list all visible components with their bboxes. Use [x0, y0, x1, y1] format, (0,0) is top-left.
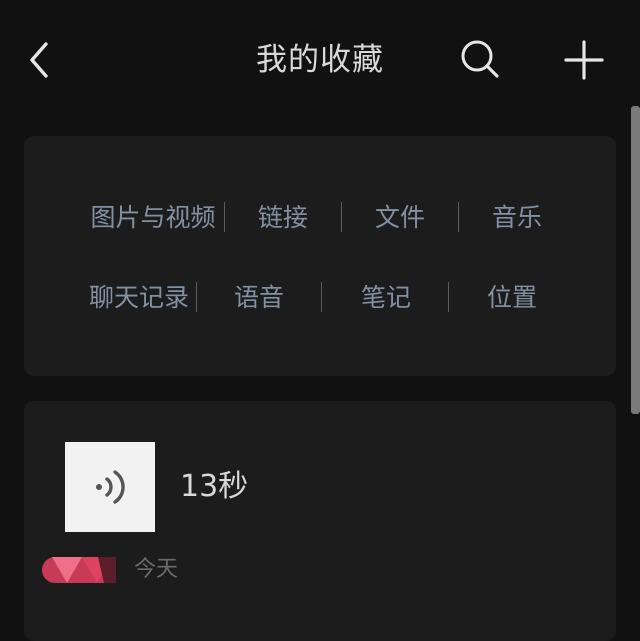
nav-header: 我的收藏	[0, 0, 640, 120]
voice-thumbnail	[65, 442, 155, 532]
category-row-1: 图片与视频 链接 文件 音乐	[24, 198, 616, 238]
category-chat-history[interactable]: 聊天记录	[82, 278, 196, 318]
plus-icon	[564, 40, 604, 80]
category-images-videos[interactable]: 图片与视频	[82, 198, 224, 238]
tag-badge	[42, 557, 116, 583]
favorite-item-voice[interactable]: 13秒 今天	[24, 401, 616, 641]
category-divider	[224, 202, 225, 232]
search-icon	[461, 40, 499, 78]
category-location[interactable]: 位置	[482, 278, 542, 318]
category-divider	[448, 282, 449, 312]
category-divider	[321, 282, 322, 312]
voice-wave-icon	[96, 470, 125, 504]
category-divider	[458, 202, 459, 232]
item-date: 今天	[134, 557, 179, 582]
page-title: 我的收藏	[256, 42, 384, 78]
category-links[interactable]: 链接	[253, 198, 313, 238]
category-voice[interactable]: 语音	[229, 278, 289, 318]
category-divider	[196, 282, 197, 312]
voice-duration: 13秒	[180, 469, 249, 504]
category-panel: 图片与视频 链接 文件 音乐 聊天记录 语音 笔记 位置	[24, 136, 616, 376]
search-button[interactable]	[458, 37, 502, 81]
category-files[interactable]: 文件	[370, 198, 430, 238]
scrollbar[interactable]	[631, 106, 640, 414]
add-button[interactable]	[562, 38, 606, 82]
color-tag-icon	[42, 557, 116, 583]
category-row-2: 聊天记录 语音 笔记 位置	[24, 278, 616, 318]
category-divider	[341, 202, 342, 232]
category-notes[interactable]: 笔记	[356, 278, 416, 318]
category-music[interactable]: 音乐	[487, 198, 547, 238]
